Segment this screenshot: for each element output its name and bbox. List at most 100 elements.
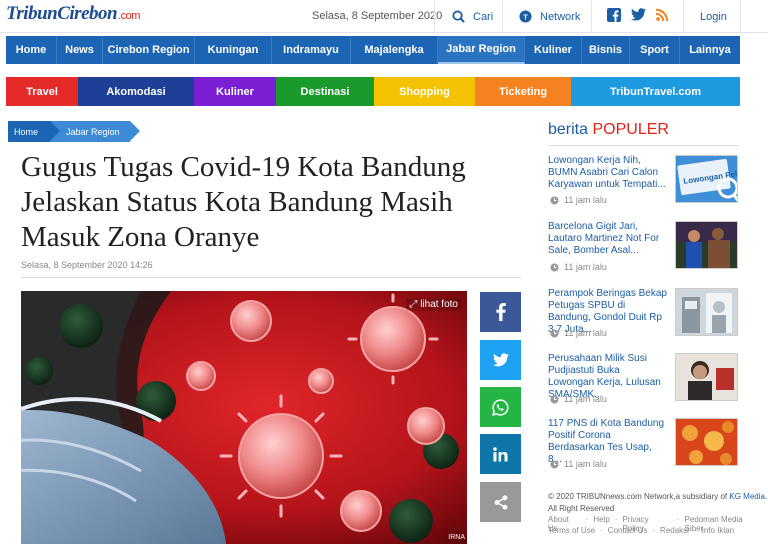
popular-item-time: 11 jam lalu: [550, 394, 607, 404]
footer-rights: All Right Reserved: [548, 504, 615, 513]
clock-icon: [550, 262, 559, 272]
popular-item-time-label: 11 jam lalu: [564, 459, 607, 469]
popular-item-thumbnail[interactable]: [675, 221, 738, 269]
article-title: Gugus Tugas Covid-19 Kota Bandung Jelask…: [21, 151, 466, 253]
logo-text-cirebon: Cirebon: [57, 3, 118, 24]
view-photo-label: lihat foto: [420, 299, 458, 310]
nav-item-kuliner[interactable]: Kuliner: [525, 36, 582, 64]
breadcrumb-jabar-region[interactable]: Jabar Region: [50, 121, 140, 142]
article-photo[interactable]: ⤢ lihat foto IRNA: [21, 291, 467, 544]
login-label: Login: [700, 10, 727, 23]
share-more-button[interactable]: [480, 482, 521, 522]
share-facebook-button[interactable]: [480, 292, 521, 332]
search-icon: [452, 10, 465, 23]
nav-item-bisnis[interactable]: Bisnis: [582, 36, 630, 64]
share-twitter-button[interactable]: [480, 340, 521, 380]
breadcrumb-home[interactable]: Home: [8, 121, 61, 142]
nav-item-news[interactable]: News: [57, 36, 103, 64]
search-label: Cari: [473, 10, 494, 23]
nav-item-sport[interactable]: Sport: [630, 36, 680, 64]
breadcrumb-arrow: [50, 121, 61, 141]
rss-icon[interactable]: [656, 8, 669, 21]
clock-icon: [550, 195, 559, 205]
divider: [21, 277, 521, 278]
network-label: Network: [540, 10, 581, 23]
popular-item-time: 11 jam lalu: [550, 328, 607, 338]
popular-heading: berita POPULER: [548, 121, 669, 139]
facebook-icon: [495, 303, 506, 321]
footer-separator: ·: [693, 526, 697, 535]
page: Tribun Cirebon .com Selasa, 8 September …: [0, 0, 768, 544]
footer-separator: ·: [600, 526, 603, 535]
nav-item-cirebon-region[interactable]: Cirebon Region: [103, 36, 195, 64]
linkedin-icon: [493, 446, 508, 462]
logo-text-tribun: Tribun: [6, 3, 58, 24]
popular-item[interactable]: 117 PNS di Kota Bandung Positif Corona B…: [548, 418, 739, 482]
popular-item-time: 11 jam lalu: [550, 262, 607, 272]
footer-link-terms[interactable]: Terms of Use: [548, 526, 595, 535]
popular-item-title[interactable]: Barcelona Gigit Jari, Lautaro Martinez N…: [548, 221, 668, 257]
cat-akomodasi[interactable]: Akomodasi: [78, 77, 194, 106]
cat-kuliner[interactable]: Kuliner: [194, 77, 276, 106]
cat-travel[interactable]: Travel: [6, 77, 78, 106]
popular-item[interactable]: Barcelona Gigit Jari, Lautaro Martinez N…: [548, 221, 739, 285]
popular-item-title[interactable]: Lowongan Kerja Nih, BUMN Asabri Cari Cal…: [548, 155, 668, 191]
popular-item-thumbnail[interactable]: [675, 353, 738, 401]
twitter-icon: [492, 353, 509, 367]
nav-item-jabar-region[interactable]: Jabar Region: [438, 36, 525, 64]
twitter-icon[interactable]: [631, 8, 646, 21]
top-bar: Tribun Cirebon .com Selasa, 8 September …: [0, 0, 768, 33]
main-nav: Home News Cirebon Region Kuningan Indram…: [6, 36, 740, 64]
popular-item-time: 11 jam lalu: [550, 195, 607, 205]
divider: [434, 0, 435, 33]
network-button[interactable]: T Network: [519, 0, 580, 33]
article-date: Selasa, 8 September 2020 14:26: [21, 260, 153, 270]
virus-image: [676, 419, 737, 465]
nav-item-indramayu[interactable]: Indramayu: [272, 36, 351, 64]
popular-item-time: 11 jam lalu: [550, 459, 607, 469]
svg-text:T: T: [523, 12, 528, 21]
coronavirus-illustration: [21, 291, 467, 544]
cat-shopping[interactable]: Shopping: [374, 77, 475, 106]
login-button[interactable]: Login: [700, 0, 727, 33]
popular-item[interactable]: Lowongan Kerja Nih, BUMN Asabri Cari Cal…: [548, 155, 739, 219]
view-photo-link[interactable]: ⤢ lihat foto: [406, 298, 461, 311]
clock-icon: [550, 459, 559, 469]
job-vacancy-image: Lowongan Pekerjaan: [676, 156, 737, 202]
expand-icon: ⤢: [409, 299, 418, 310]
network-icon: T: [519, 10, 532, 23]
search-button[interactable]: Cari: [452, 0, 493, 33]
popular-item-thumbnail[interactable]: Lowongan Pekerjaan: [675, 155, 738, 203]
footer-link-info-iklan[interactable]: Info Iklan: [702, 526, 734, 535]
footer-link-contact[interactable]: Contact Us: [608, 526, 648, 535]
popular-heading-accent: POPULER: [592, 121, 669, 138]
photo-credit: IRNA: [448, 534, 465, 541]
nav-item-majalengka[interactable]: Majalengka: [351, 36, 438, 64]
nav-item-home[interactable]: Home: [6, 36, 57, 64]
footer-link-redaksi[interactable]: Redaksi: [660, 526, 689, 535]
popular-item[interactable]: Perampok Beringas Bekap Petugas SPBU di …: [548, 288, 739, 352]
facebook-icon[interactable]: [607, 8, 621, 22]
clock-icon: [550, 394, 559, 404]
nav-item-kuningan[interactable]: Kuningan: [195, 36, 272, 64]
breadcrumb-arrow: [129, 121, 140, 141]
cat-destinasi[interactable]: Destinasi: [276, 77, 374, 106]
cat-tribuntravel[interactable]: TribunTravel.com: [571, 77, 740, 106]
footer-company-link[interactable]: KG Media.: [729, 492, 767, 501]
share-icon: [494, 494, 507, 510]
header-date: Selasa, 8 September 2020: [312, 10, 443, 22]
popular-item[interactable]: Perusahaan Milik Susi Pudjiastuti Buka L…: [548, 353, 739, 417]
site-logo[interactable]: Tribun Cirebon .com: [6, 3, 140, 29]
whatsapp-icon: [492, 398, 509, 416]
divider: [591, 0, 592, 33]
nav-item-lainnya[interactable]: Lainnya: [680, 36, 740, 64]
share-linkedin-button[interactable]: [480, 434, 521, 474]
footer-links-row: Terms of Use · Contact Us · Redaksi · In…: [548, 526, 739, 535]
popular-item-thumbnail[interactable]: [675, 288, 738, 336]
gas-station-image: [676, 289, 737, 335]
footer-copyright: © 2020 TRIBUNnews.com Network,a subsidia…: [548, 492, 767, 501]
football-player-image: [676, 222, 737, 268]
popular-item-thumbnail[interactable]: [675, 418, 738, 466]
cat-ticketing[interactable]: Ticketing: [475, 77, 571, 106]
share-whatsapp-button[interactable]: [480, 387, 521, 427]
